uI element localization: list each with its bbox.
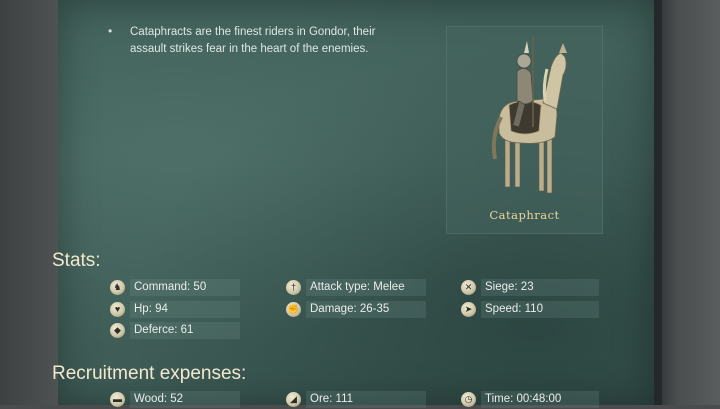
stat-speed-value: Speed: 110 (481, 301, 599, 318)
stat-damage-value: Damage: 26-35 (306, 301, 426, 318)
shield-icon: ◆ (110, 323, 125, 338)
stat-defence-value: Deferce: 61 (130, 322, 240, 339)
sword-icon: † (286, 280, 301, 295)
background-right (654, 0, 720, 405)
stat-command-value: Command: 50 (130, 279, 240, 296)
recruitment-heading: Recruitment expenses: (52, 363, 247, 384)
expense-ore-value: Ore: 111 (306, 391, 426, 408)
stat-hp-value: Hp: 94 (130, 301, 240, 318)
horse-head-icon: ♞ (110, 280, 125, 295)
expense-wood-value: Wood: 52 (130, 391, 240, 408)
background-left (0, 0, 58, 405)
cataphract-illustration (491, 37, 567, 194)
running-icon: ➤ (461, 302, 476, 317)
unit-info-panel: • Cataphracts are the finest riders in G… (58, 0, 654, 405)
panel-right-border (654, 0, 662, 405)
unit-name-label: Cataphract (489, 208, 560, 222)
expense-time-value: Time: 00:48:00 (481, 391, 599, 408)
crossed-axes-icon: ✕ (461, 280, 476, 295)
stat-attack-type-value: Attack type: Melee (306, 279, 426, 296)
unit-description: Cataphracts are the finest riders in Gon… (130, 26, 376, 55)
bullet: • (108, 24, 113, 38)
fist-icon: ✊ (286, 302, 301, 317)
heart-icon: ♥ (110, 302, 125, 317)
unit-portrait[interactable]: Cataphract (446, 26, 603, 234)
stat-siege-value: Siege: 23 (481, 279, 599, 296)
stats-heading: Stats: (52, 250, 101, 271)
